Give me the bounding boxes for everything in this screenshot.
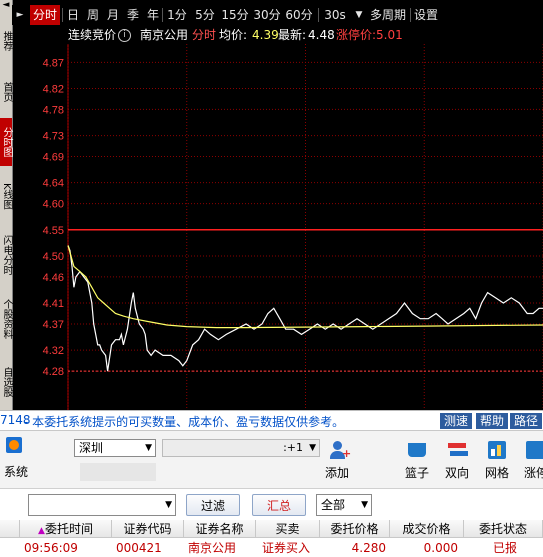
system-icon[interactable]: [6, 437, 22, 453]
speed-test-button[interactable]: 测速: [440, 413, 473, 429]
add-user-icon[interactable]: +: [330, 441, 351, 460]
y-tick-label: 4.50: [43, 251, 64, 263]
scope-select[interactable]: 全部 ▼: [316, 494, 372, 516]
order-table: ▲委托时间 证券代码 证券名称 买卖 委托价格 成交价格 委托状态 09:56:…: [0, 520, 543, 557]
add-label[interactable]: 添加: [325, 464, 349, 481]
basket-icon[interactable]: [408, 443, 426, 457]
table-row-selector-header: [0, 520, 20, 538]
market-select[interactable]: 深圳 ▼: [74, 439, 156, 457]
cell-name: 南京公用: [188, 541, 237, 555]
limit-up-label[interactable]: 涨停: [524, 464, 543, 481]
y-tick-label: 4.64: [43, 178, 64, 190]
grid-label[interactable]: 网格: [485, 464, 509, 481]
cell-order-price: 4.280: [351, 541, 386, 555]
y-tick-label: 4.69: [43, 152, 64, 164]
account-placeholder: [80, 463, 156, 481]
trade-toolbar: 系统 深圳 ▼ :+1 ▼ + 添加 篮子 双向 网格 涨停: [0, 430, 543, 489]
summary-button[interactable]: 汇总: [252, 494, 306, 516]
col-order-price[interactable]: 委托价格: [320, 520, 390, 538]
filter-bar: ▼ 过滤 汇总 全部 ▼: [0, 488, 543, 521]
filter-input[interactable]: ▼: [28, 494, 176, 516]
col-security-name[interactable]: 证券名称: [184, 520, 256, 538]
basket-label[interactable]: 篮子: [405, 464, 429, 481]
y-tick-label: 4.87: [43, 57, 64, 69]
col-side[interactable]: 买卖: [256, 520, 320, 538]
y-tick-label: 4.55: [43, 225, 64, 237]
limit-up-icon[interactable]: [526, 441, 543, 459]
y-tick-label: 4.73: [43, 131, 64, 143]
cell-code: 000421: [116, 541, 162, 555]
y-tick-label: 4.46: [43, 272, 64, 284]
two-way-label[interactable]: 双向: [445, 464, 469, 481]
grid-icon[interactable]: [488, 441, 506, 459]
notice-bar: 7148 - 本委托系统提示的可买数量、成本价、盈亏数据仅供参考。 测速 帮助 …: [0, 410, 543, 431]
col-order-status[interactable]: 委托状态: [464, 520, 543, 538]
y-tick-label: 4.82: [43, 83, 64, 95]
intraday-chart[interactable]: 4.87 4.82 4.78 4.73 4.69 4.64 4.60 4.55 4.50 4.46…: [0, 0, 543, 410]
help-button[interactable]: 帮助: [476, 413, 509, 429]
y-tick-label: 4.32: [43, 345, 64, 357]
system-label[interactable]: 系统: [4, 463, 28, 480]
y-tick-label: 4.28: [43, 366, 64, 378]
col-fill-price[interactable]: 成交价格: [390, 520, 464, 538]
filter-button[interactable]: 过滤: [186, 494, 240, 516]
account-select[interactable]: :+1 ▼: [162, 439, 320, 457]
y-tick-label: 4.60: [43, 199, 64, 211]
cell-status: 已报: [492, 541, 517, 555]
y-tick-label: 4.41: [43, 298, 64, 310]
path-button[interactable]: 路径: [510, 413, 543, 429]
cell-time: 09:56:09: [24, 541, 78, 555]
two-way-arrows-icon[interactable]: [448, 441, 468, 459]
col-security-code[interactable]: 证券代码: [112, 520, 184, 538]
col-order-time[interactable]: ▲委托时间: [20, 520, 112, 538]
y-tick-label: 4.37: [43, 319, 64, 331]
cell-side: 证券买入: [262, 541, 311, 555]
y-tick-label: 4.78: [43, 104, 64, 116]
notice-text: - 本委托系统提示的可买数量、成本价、盈亏数据仅供参考。: [24, 415, 345, 429]
cell-fill-price: 0.000: [423, 541, 458, 555]
